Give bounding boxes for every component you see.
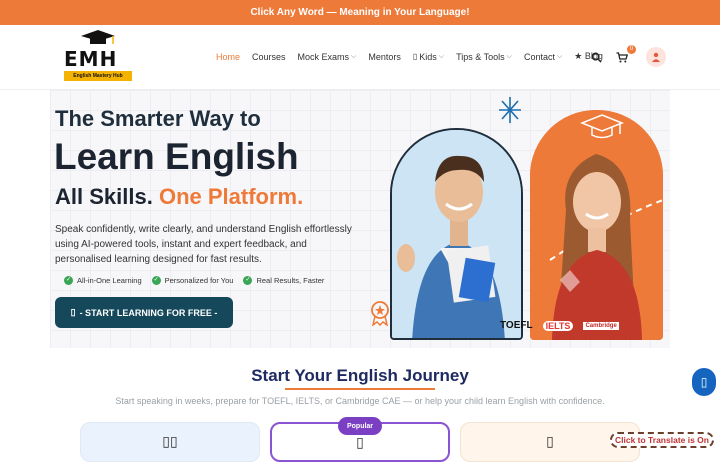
hero-feature-list: ✓ All-in-One Learning ✓ Personalized for Y… <box>64 276 324 285</box>
chat-icon: ▯ <box>700 375 708 389</box>
feature-label: Personalized for You <box>164 276 234 285</box>
search-button[interactable] <box>588 49 604 65</box>
user-account-button[interactable] <box>646 47 666 67</box>
graduation-cap-icon <box>81 30 115 44</box>
nav-item-kids[interactable]: ▯ Kids ⌵ <box>413 51 444 62</box>
check-icon: ✓ <box>151 276 161 285</box>
popular-badge: Popular <box>338 417 382 435</box>
student-photo-male <box>390 128 523 340</box>
nav-label: Mock Exams <box>297 51 350 62</box>
feature-item: ✓ Personalized for You <box>151 276 234 285</box>
hero-heading-part-b: One Platform. <box>158 184 304 209</box>
nav-label: Mentors <box>368 51 401 62</box>
cta-label: - START LEARNING FOR FREE - <box>79 307 218 318</box>
student-photo-female <box>530 110 663 340</box>
sparkle-icon <box>499 97 521 123</box>
graduation-cap-icon <box>580 114 624 139</box>
kids-icon: ▯ <box>412 52 418 61</box>
nav-item-mock-exams[interactable]: Mock Exams ⌵ <box>298 51 357 62</box>
nav-label: Home <box>216 51 241 62</box>
cta-icon: ▯ <box>70 307 76 317</box>
card-icon: ▯▯ <box>162 433 178 449</box>
chevron-down-icon: ⌵ <box>506 52 512 60</box>
award-badge-icon <box>371 301 389 326</box>
feature-label: Real Results, Faster <box>256 276 325 285</box>
ielts-logo: IELTS <box>542 320 574 331</box>
chat-button[interactable]: ▯ <box>692 368 716 396</box>
title-underline <box>285 388 435 390</box>
cambridge-logo: Cambridge <box>583 321 619 330</box>
check-icon: ✓ <box>243 276 253 285</box>
feature-item: ✓ All-in-One Learning <box>64 276 142 285</box>
feature-item: ✓ Real Results, Faster <box>243 276 324 285</box>
search-icon <box>591 52 602 63</box>
chevron-down-icon: ⌵ <box>556 52 563 60</box>
cart-button[interactable]: 0 <box>614 45 636 65</box>
cart-icon <box>616 51 628 62</box>
section-title: Start Your English Journey <box>0 366 720 390</box>
logo-tagline: English Mastery Hub <box>64 71 132 81</box>
nav-item-courses[interactable]: Courses <box>252 51 286 62</box>
chevron-down-icon: ⌵ <box>351 52 357 60</box>
hero-heading-line2: Learn English <box>54 136 299 177</box>
cart-count-badge: 0 <box>627 45 636 54</box>
hero-heading-part-a: All Skills. <box>55 184 153 209</box>
nav-label: Courses <box>252 51 286 62</box>
nav-label: Tips & Tools <box>456 51 505 62</box>
nav-item-mentors[interactable]: Mentors <box>368 51 401 62</box>
hero-heading-line1: The Smarter Way to <box>55 106 261 131</box>
student-illustration <box>392 130 521 338</box>
nav-item-tips-tools[interactable]: Tips & Tools ⌵ <box>456 51 512 62</box>
section-subtitle: Start speaking in weeks, prepare for TOE… <box>115 396 605 406</box>
hero-heading-line3: All Skills. One Platform. <box>55 184 303 210</box>
site-logo[interactable]: EMH English Mastery Hub <box>62 29 132 85</box>
logo-letters: EMH <box>64 47 118 71</box>
journey-card[interactable]: ▯▯ <box>80 422 260 462</box>
user-icon <box>652 52 660 62</box>
translate-toggle[interactable]: Click to Translate is On <box>610 432 714 448</box>
nav-label: Kids <box>419 51 437 62</box>
toefl-logo: TOEFL <box>500 320 533 331</box>
nav-item-contact[interactable]: Contact ⌵ <box>524 51 562 62</box>
announcement-text: Click Any Word — Meaning in Your Languag… <box>250 7 470 18</box>
hero-description: Speak confidently, write clearly, and un… <box>55 224 352 265</box>
start-learning-button[interactable]: ▯ - START LEARNING FOR FREE - <box>55 297 233 328</box>
nav-item-home[interactable]: Home <box>216 51 240 62</box>
announcement-bar: Click Any Word — Meaning in Your Languag… <box>0 0 720 25</box>
nav-label: Contact <box>523 51 555 62</box>
card-icon: ▯ <box>356 434 364 450</box>
feature-label: All-in-One Learning <box>77 276 142 285</box>
section-title-text: Start Your English Journey <box>251 366 469 385</box>
site-header: EMH English Mastery Hub Home Courses Moc… <box>0 25 720 90</box>
header-actions: 0 <box>588 45 666 67</box>
check-icon: ✓ <box>64 276 73 285</box>
main-menu: Home Courses Mock Exams ⌵ Mentors ▯ Kids ⌵ … <box>216 51 603 62</box>
exam-logos: TOEFL IELTS Cambridge <box>500 320 619 331</box>
student-illustration <box>530 110 663 340</box>
chevron-down-icon: ⌵ <box>438 52 445 60</box>
